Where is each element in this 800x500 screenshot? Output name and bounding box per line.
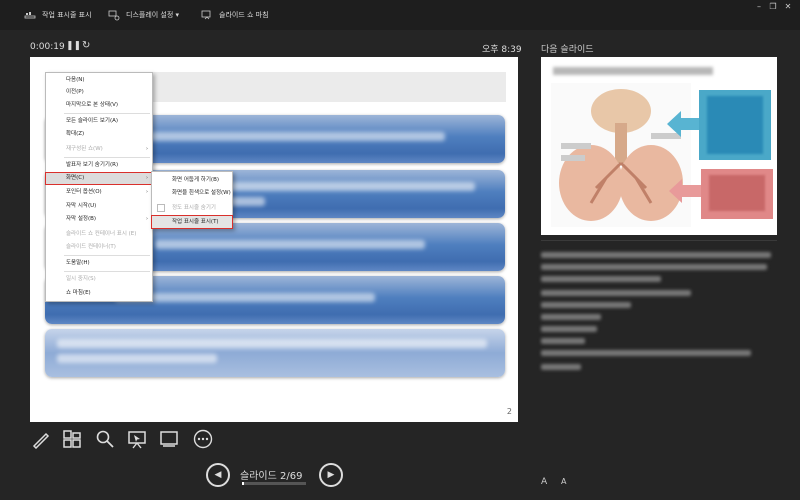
restart-timer-icon[interactable]: ↻ — [82, 40, 90, 51]
menu-item-zoom[interactable]: 확대(Z) — [46, 129, 152, 140]
submenu-item-show-taskbar[interactable]: 작업 표시줄 표시(T) — [151, 215, 233, 229]
taskbar-icon — [24, 12, 36, 19]
black-screen-button[interactable] — [158, 428, 180, 450]
notes-line — [541, 302, 631, 308]
menu-item-next[interactable]: 다음(N) — [46, 75, 152, 86]
notes-line — [541, 314, 601, 320]
more-icon — [193, 429, 213, 449]
notes-line — [541, 338, 585, 344]
pause-icon[interactable]: ❚❚ — [66, 41, 81, 51]
previous-slide-button[interactable]: ◀ — [206, 463, 230, 487]
elapsed-timer: 0:00:19 — [30, 42, 65, 52]
menu-item-screen[interactable]: 화면(C) › — [45, 172, 153, 185]
menu-item-screen-label: 화면(C) — [66, 175, 85, 181]
display-settings-label: 디스플레이 설정 ▾ — [126, 11, 180, 19]
top-toolbar: 작업 표시줄 표시 디스플레이 설정 ▾ 슬라이드 쇼 마침 – ❐ ✕ — [0, 0, 800, 30]
preview-title — [553, 67, 713, 75]
menu-item-help[interactable]: 도움말(H) — [46, 258, 152, 269]
menu-item-previous[interactable]: 이전(P) — [46, 87, 152, 98]
arrow-icon — [669, 179, 703, 203]
submenu-item-hide-bar-label: 정도 표시줄 숨기기 — [172, 205, 216, 211]
screen-icon — [160, 431, 178, 447]
menu-item-last-viewed[interactable]: 마지막으로 본 상태(V) — [46, 100, 152, 111]
submenu-item-black-screen[interactable]: 화면 어둡게 하기(B) — [152, 174, 232, 186]
preview-blue-box-text — [707, 96, 763, 154]
menu-separator — [64, 271, 150, 272]
magnifier-icon — [96, 430, 114, 448]
notes-line — [541, 350, 751, 356]
chevron-right-icon: › — [146, 146, 148, 152]
menu-item-see-all-slides[interactable]: 모든 슬라이드 보기(A) — [46, 116, 152, 127]
menu-item-custom-show-label: 재구성된 쇼(W) — [66, 146, 103, 152]
menu-item-pointer-options[interactable]: 포인터 옵션(O) › — [46, 187, 152, 198]
next-slide-label: 다음 슬라이드 — [541, 45, 594, 55]
menu-item-hide-presenter-view[interactable]: 발표자 보기 숨기기(R) — [46, 160, 152, 171]
notes-line — [541, 264, 767, 270]
restore-button[interactable]: ❐ — [766, 2, 780, 11]
arrow-icon — [667, 111, 703, 137]
display-settings-icon — [108, 10, 120, 21]
notes-line — [541, 290, 691, 296]
preview-red-box — [701, 169, 773, 219]
display-settings-button[interactable]: 디스플레이 설정 ▾ — [108, 7, 179, 23]
checkbox-icon — [157, 204, 165, 212]
slide-counter[interactable]: 슬라이드 2/69 — [240, 467, 302, 482]
end-show-icon — [201, 10, 211, 20]
menu-separator — [64, 157, 150, 158]
slide-content-bar — [45, 329, 505, 377]
preview-red-box-text — [709, 175, 765, 211]
menu-item-end-show[interactable]: 쇼 마침(E) — [46, 288, 152, 299]
menu-item-pause: 일시 중지(S) — [66, 276, 96, 282]
minimize-button[interactable]: – — [752, 2, 766, 11]
context-menu: 다음(N) 이전(P) 마지막으로 본 상태(V) 모든 슬라이드 보기(A) … — [45, 72, 153, 302]
menu-item-custom-show: 재구성된 쇼(W) › — [46, 144, 152, 155]
notes-divider — [541, 240, 777, 241]
menu-item-pointer-options-label: 포인터 옵션(O) — [66, 189, 102, 195]
chevron-left-icon: ◀ — [214, 470, 222, 480]
screen-submenu: 화면 어둡게 하기(B) 화면을 흰색으로 설정(W) 정도 표시줄 숨기기 작… — [151, 171, 233, 229]
pen-tool-button[interactable] — [30, 428, 52, 450]
notes-line — [541, 252, 771, 258]
respiratory-illustration — [551, 83, 691, 227]
notes-line — [541, 364, 581, 370]
show-taskbar-button[interactable]: 작업 표시줄 표시 — [24, 7, 92, 23]
menu-item-start-subtitles[interactable]: 자막 시작(U) — [46, 201, 152, 212]
zoom-button[interactable] — [94, 428, 116, 450]
slide-progress-bar — [242, 482, 306, 485]
show-taskbar-label: 작업 표시줄 표시 — [42, 11, 92, 19]
notes-line — [541, 276, 661, 282]
current-time: 오후 8:39 — [482, 45, 522, 55]
next-slide-preview[interactable] — [541, 57, 777, 235]
close-button[interactable]: ✕ — [781, 2, 795, 11]
menu-separator — [64, 255, 150, 256]
slide-number: 2 — [506, 407, 512, 416]
chevron-right-icon: › — [146, 175, 148, 181]
slide-progress-fill — [242, 482, 244, 485]
see-all-slides-button[interactable] — [61, 428, 83, 450]
submenu-item-hide-bar: 정도 표시줄 숨기기 — [152, 202, 232, 214]
end-show-button[interactable]: 슬라이드 쇼 마침 — [201, 7, 269, 23]
grid-icon — [63, 430, 81, 448]
pen-icon — [32, 432, 50, 449]
next-slide-button[interactable]: ▶ — [319, 463, 343, 487]
menu-item-show-container: 슬라이드 쇼 컨테이너 표시 (E) — [66, 231, 137, 237]
menu-separator — [64, 113, 150, 114]
menu-item-subtitle-settings-label: 자막 설정(B) — [66, 216, 97, 222]
menu-item-slide-container: 슬라이드 컨테이너(T) — [66, 244, 116, 250]
chevron-right-icon: ▶ — [327, 470, 335, 480]
end-show-label: 슬라이드 쇼 마침 — [219, 11, 269, 19]
notes-line — [541, 326, 597, 332]
increase-font-button[interactable]: A — [541, 477, 547, 487]
pointer-icon — [128, 431, 146, 449]
chevron-right-icon: › — [146, 216, 148, 222]
pointer-button[interactable] — [126, 428, 148, 450]
decrease-font-button[interactable]: A — [561, 477, 566, 486]
chevron-right-icon: › — [146, 189, 148, 195]
menu-item-subtitle-settings[interactable]: 자막 설정(B) › — [46, 214, 152, 225]
more-options-button[interactable] — [192, 428, 214, 450]
submenu-item-white-screen[interactable]: 화면을 흰색으로 설정(W) — [152, 187, 232, 199]
preview-blue-box — [699, 90, 771, 160]
